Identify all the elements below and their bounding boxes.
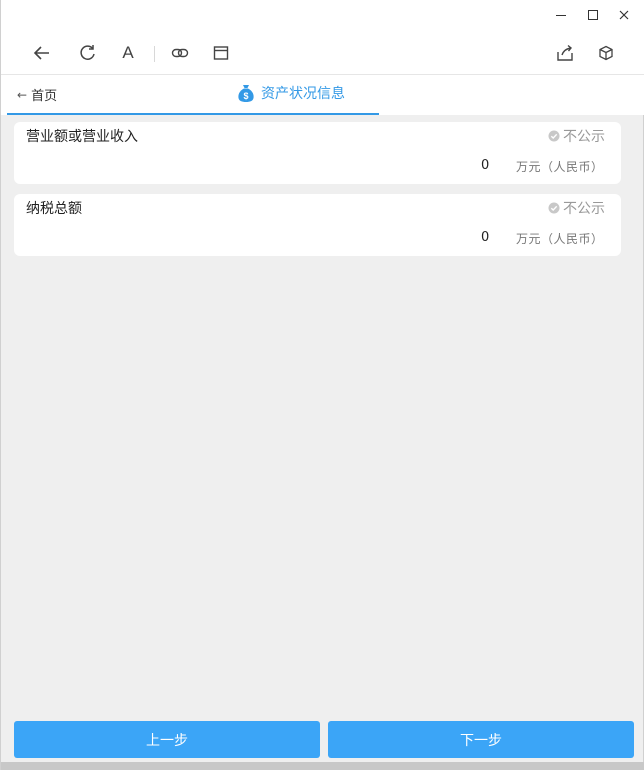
svg-text:$: $ (243, 91, 248, 101)
revenue-public-toggle[interactable]: 不公示 (548, 126, 605, 146)
nav-header: ← 首页 $ 资产状况信息 (1, 75, 644, 115)
previous-step-button[interactable]: 上一步 (14, 721, 320, 758)
revenue-card: 营业额或营业收入 不公示 0 万元（人民币） (14, 122, 621, 184)
font-icon: A (122, 43, 134, 62)
window-button[interactable] (210, 42, 232, 64)
font-button[interactable]: A (117, 42, 139, 64)
next-step-button[interactable]: 下一步 (328, 721, 634, 758)
share-button[interactable] (554, 42, 576, 64)
app-window: A ← 首页 $ 资产状况信息 营业额或营业收入 不公示 0 万元（人民币） 纳… (0, 0, 644, 770)
tax-card: 纳税总额 不公示 0 万元（人民币） (14, 194, 621, 256)
minimize-button[interactable] (551, 6, 571, 24)
revenue-unit: 万元（人民币） (516, 160, 604, 174)
toolbar: A (1, 30, 644, 75)
refresh-button[interactable] (77, 42, 99, 64)
window-icon (213, 46, 229, 60)
public-status: 不公示 (563, 129, 605, 145)
close-button[interactable] (614, 6, 634, 24)
back-button[interactable] (31, 42, 53, 64)
link-icon (171, 48, 189, 58)
tab-title: $ 资产状况信息 (237, 83, 345, 103)
share-icon (557, 44, 573, 61)
money-bag-icon: $ (238, 85, 254, 102)
check-circle-icon (548, 202, 560, 214)
revenue-value[interactable]: 0 (481, 158, 489, 173)
back-arrow-icon (33, 46, 49, 60)
tax-value[interactable]: 0 (481, 230, 489, 245)
revenue-label: 营业额或营业收入 (26, 129, 138, 145)
toolbar-separator (154, 46, 155, 62)
refresh-icon (80, 45, 95, 60)
tax-label: 纳税总额 (26, 201, 82, 217)
link-button[interactable] (169, 42, 191, 64)
cube-button[interactable] (595, 42, 617, 64)
background-strip (1, 762, 644, 770)
cube-icon (599, 45, 613, 61)
public-status: 不公示 (563, 201, 605, 217)
title-bar (1, 0, 644, 30)
tax-public-toggle[interactable]: 不公示 (548, 198, 605, 218)
check-circle-icon (548, 130, 560, 142)
tab-title-text: 资产状况信息 (261, 86, 345, 102)
close-icon (619, 10, 629, 20)
maximize-button[interactable] (583, 6, 603, 24)
tax-unit: 万元（人民币） (516, 232, 604, 246)
